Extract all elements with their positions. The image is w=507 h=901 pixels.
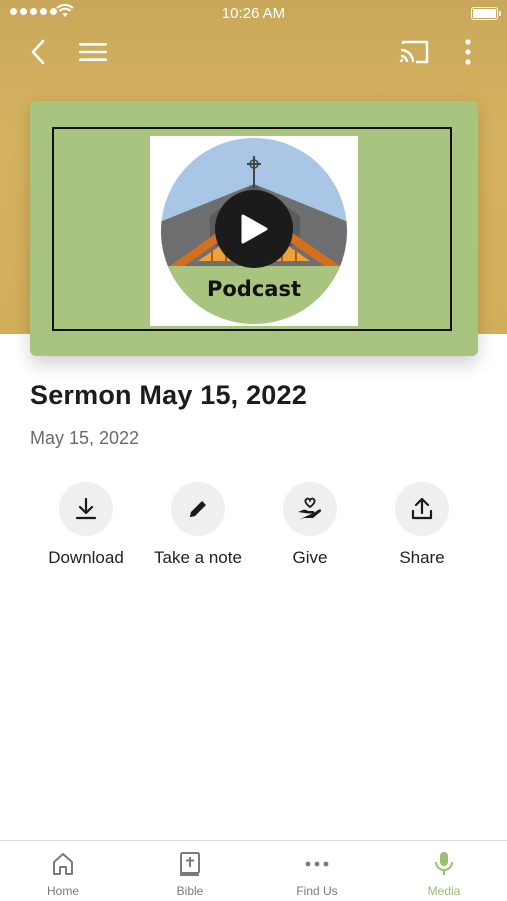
share-icon-circle[interactable] bbox=[395, 482, 449, 536]
status-bar: 10:26 AM bbox=[0, 0, 507, 28]
chevron-left-icon bbox=[31, 39, 45, 65]
play-icon bbox=[241, 214, 268, 244]
home-icon bbox=[53, 853, 73, 875]
vertical-dots-icon bbox=[465, 39, 471, 65]
give-button[interactable]: Give bbox=[254, 482, 366, 568]
sermon-date: May 15, 2022 bbox=[30, 428, 140, 448]
give-heart-hand-icon bbox=[298, 497, 322, 520]
tab-bible[interactable]: Bible bbox=[127, 841, 253, 901]
download-label: Download bbox=[48, 548, 124, 567]
tab-media-label: Media bbox=[427, 884, 461, 898]
tab-bible-label: Bible bbox=[176, 884, 204, 898]
give-label: Give bbox=[292, 548, 328, 567]
download-button[interactable]: Download bbox=[30, 482, 142, 568]
hamburger-menu-icon bbox=[79, 43, 107, 61]
action-row: Download Take a note Give Share bbox=[0, 482, 507, 582]
cast-button[interactable] bbox=[396, 34, 432, 70]
bible-icon bbox=[180, 852, 200, 876]
share-button[interactable]: Share bbox=[366, 482, 478, 568]
top-nav-bar bbox=[0, 28, 507, 76]
pencil-icon bbox=[190, 501, 206, 517]
battery-icon bbox=[471, 7, 501, 20]
back-button[interactable] bbox=[20, 34, 56, 70]
share-label: Share bbox=[399, 548, 445, 567]
tab-home-label: Home bbox=[46, 884, 79, 898]
bottom-tab-bar: Home Bible Find Us Media bbox=[0, 840, 507, 901]
cast-icon bbox=[399, 40, 429, 64]
sermon-title: Sermon May 15, 2022 bbox=[30, 380, 307, 410]
status-time: 10:26 AM bbox=[221, 5, 286, 22]
take-note-button[interactable]: Take a note bbox=[142, 482, 254, 568]
microphone-icon bbox=[435, 852, 453, 875]
play-button[interactable] bbox=[215, 190, 293, 268]
tab-find-us-label: Find Us bbox=[296, 884, 338, 898]
download-icon bbox=[75, 497, 97, 520]
give-icon-circle[interactable] bbox=[283, 482, 337, 536]
tab-media[interactable]: Media bbox=[381, 841, 507, 901]
share-icon bbox=[411, 497, 433, 520]
download-icon-circle[interactable] bbox=[59, 482, 113, 536]
tab-home[interactable]: Home bbox=[0, 841, 126, 901]
take-note-label: Take a note bbox=[154, 548, 242, 567]
take-note-icon-circle[interactable] bbox=[171, 482, 225, 536]
tab-find-us[interactable]: Find Us bbox=[254, 841, 380, 901]
more-options-button[interactable] bbox=[450, 34, 486, 70]
menu-button[interactable] bbox=[75, 34, 111, 70]
podcast-artwork-label: Podcast bbox=[207, 277, 301, 301]
more-dots-icon bbox=[305, 861, 329, 867]
